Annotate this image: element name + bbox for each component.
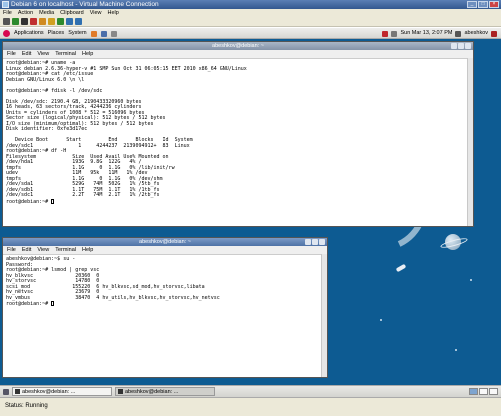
terminal-icon [118, 389, 123, 394]
terminal-1-title: abeshkov@debian: ~ [212, 43, 264, 49]
vm-connection-icon [2, 1, 9, 8]
menu-view[interactable]: View [90, 9, 102, 17]
panel-user[interactable]: abeshkov [464, 28, 488, 39]
terminal-window-2[interactable]: abeshkov@debian: ~ File Edit View Termin… [2, 237, 328, 378]
user-icon [455, 30, 462, 37]
terminal-1-scrollbar[interactable] [467, 58, 473, 226]
term1-menu-view[interactable]: View [37, 50, 49, 58]
terminal-prompt: root@debian:~# [6, 301, 52, 307]
workspace-switcher[interactable] [469, 388, 498, 395]
host-menu-bar: File Action Media Clipboard View Help [0, 9, 501, 17]
host-toolbar [0, 17, 501, 27]
turn-off-icon[interactable] [21, 18, 28, 25]
ctrl-alt-del-icon[interactable] [3, 18, 10, 25]
snapshot-icon[interactable] [66, 18, 73, 25]
gnome-top-panel: Applications Places System Sun Mar 13, 2… [0, 28, 501, 39]
maximize-icon[interactable] [458, 43, 464, 49]
term1-menu-edit[interactable]: Edit [22, 50, 31, 58]
term2-menu-terminal[interactable]: Terminal [55, 246, 76, 254]
maximize-icon[interactable] [312, 239, 318, 245]
shutdown-icon[interactable] [30, 18, 37, 25]
pause-icon[interactable] [48, 18, 55, 25]
mail-launcher-icon[interactable] [100, 30, 107, 37]
term2-menu-edit[interactable]: Edit [22, 246, 31, 254]
terminal-prompt: root@debian:~# [6, 198, 52, 205]
places-menu[interactable]: Places [48, 28, 65, 39]
text-cursor [51, 198, 55, 204]
trash-icon[interactable] [489, 388, 498, 395]
minimize-icon[interactable] [451, 43, 457, 49]
power-icon[interactable] [491, 30, 497, 37]
taskbar-item-label: abeshkov@debian: ... [22, 389, 76, 395]
menu-media[interactable]: Media [39, 9, 54, 17]
panel-clock[interactable]: Sun Mar 13, 2:07 PM [400, 28, 452, 39]
menu-help[interactable]: Help [108, 9, 119, 17]
show-desktop-icon[interactable] [3, 388, 9, 395]
star-decoration [380, 319, 382, 321]
window-title-bar: Debian 6 on localhost - Virtual Machine … [0, 0, 501, 9]
star-decoration [470, 279, 472, 281]
system-menu[interactable]: System [68, 28, 86, 39]
network-status-icon[interactable] [382, 30, 389, 37]
taskbar-item-terminal-2[interactable]: abeshkov@debian: ... [115, 387, 215, 396]
taskbar-item-label: abeshkov@debian: ... [125, 389, 179, 395]
browser-launcher-icon[interactable] [90, 30, 97, 37]
applications-menu[interactable]: Applications [14, 28, 44, 39]
terminal-1-menu-bar: File Edit View Terminal Help [3, 50, 473, 59]
star-decoration [455, 349, 457, 351]
term1-menu-terminal[interactable]: Terminal [55, 50, 76, 58]
taskbar-item-terminal-1[interactable]: abeshkov@debian: ... [12, 387, 112, 396]
maximize-button[interactable]: □ [478, 1, 488, 8]
reset-icon[interactable] [57, 18, 64, 25]
debian-logo-icon [3, 30, 10, 37]
terminal-2-output[interactable]: abeshkov@debian:~$ su - Password: root@deb… [3, 255, 327, 374]
term1-menu-help[interactable]: Help [82, 50, 93, 58]
gnome-bottom-panel: abeshkov@debian: ... abeshkov@debian: ..… [0, 385, 501, 397]
menu-clipboard[interactable]: Clipboard [60, 9, 84, 17]
window-title: Debian 6 on localhost - Virtual Machine … [11, 1, 159, 8]
menu-file[interactable]: File [3, 9, 12, 17]
workspace-1[interactable] [469, 388, 478, 395]
terminal-2-titlebar[interactable]: abeshkov@debian: ~ [3, 238, 327, 246]
term1-menu-file[interactable]: File [7, 50, 16, 58]
minimize-icon[interactable] [305, 239, 311, 245]
rocket-decoration [395, 263, 407, 273]
terminal-icon [15, 389, 20, 394]
terminal-2-menu-bar: File Edit View Terminal Help [3, 246, 327, 255]
text-cursor [51, 301, 55, 306]
start-icon[interactable] [12, 18, 19, 25]
minimize-button[interactable]: _ [467, 1, 477, 8]
close-icon[interactable] [465, 43, 471, 49]
term2-menu-view[interactable]: View [37, 246, 49, 254]
terminal-prompt-line[interactable]: root@debian:~# [6, 301, 324, 307]
terminal-1-titlebar[interactable]: abeshkov@debian: ~ [3, 42, 473, 50]
terminal-window-1[interactable]: abeshkov@debian: ~ File Edit View Termin… [2, 41, 474, 227]
menu-action[interactable]: Action [18, 9, 33, 17]
save-icon[interactable] [39, 18, 46, 25]
terminal-prompt-line[interactable]: root@debian:~# [6, 198, 470, 205]
revert-icon[interactable] [75, 18, 82, 25]
volume-icon[interactable] [391, 30, 398, 37]
host-status-bar: Status: Running [0, 397, 501, 416]
close-button[interactable]: × [489, 1, 499, 8]
term2-menu-help[interactable]: Help [82, 246, 93, 254]
close-icon[interactable] [319, 239, 325, 245]
terminal-2-title: abeshkov@debian: ~ [139, 239, 191, 245]
workspace-2[interactable] [479, 388, 488, 395]
vm-status-text: Status: Running [5, 403, 48, 409]
term2-menu-file[interactable]: File [7, 246, 16, 254]
terminal-2-scrollbar[interactable] [321, 254, 327, 377]
help-launcher-icon[interactable] [110, 30, 117, 37]
terminal-1-output[interactable]: root@debian:~# uname -a Linux debian 2.6.… [3, 59, 473, 223]
